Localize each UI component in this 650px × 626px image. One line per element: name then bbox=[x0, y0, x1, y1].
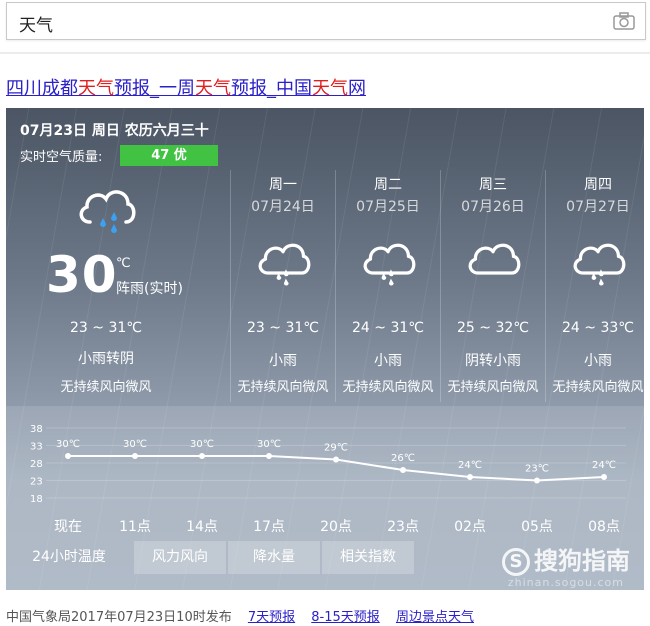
footer: 中国气象局2017年07月23日10时发布 7天预报 8-15天预报 周边景点天… bbox=[6, 606, 474, 625]
current-condition: 阵雨(实时) bbox=[116, 281, 183, 297]
watermark-logo: S 搜狗指南 bbox=[502, 541, 630, 576]
rain-cloud-icon bbox=[79, 190, 136, 233]
tab-24h-temperature[interactable]: 24小时温度 bbox=[6, 541, 132, 574]
y-tick-label: 38 bbox=[30, 424, 43, 435]
x-tick-label: 02点 bbox=[454, 519, 486, 535]
rain-cloud-icon bbox=[363, 243, 416, 286]
camera-icon[interactable] bbox=[613, 12, 635, 30]
x-tick-label: 20点 bbox=[320, 519, 352, 535]
divider bbox=[0, 52, 650, 54]
forecast-wind: 无持续风向微风 bbox=[447, 380, 539, 395]
title-part: 网 bbox=[348, 78, 366, 99]
link-8-15day-forecast[interactable]: 8-15天预报 bbox=[311, 610, 380, 625]
tab-wind[interactable]: 风力风向 bbox=[134, 541, 226, 574]
result-title-link[interactable]: 四川成都天气预报_一周天气预报_中国天气网 bbox=[6, 74, 366, 100]
forecast-day[interactable]: 周二 07月25日 24 ~ 31℃ 小雨 无持续风向微风 bbox=[335, 170, 440, 402]
data-point bbox=[467, 474, 473, 480]
forecast-date: 07月25日 bbox=[356, 199, 420, 215]
title-part: 预报_中国 bbox=[231, 78, 312, 99]
data-label: 30℃ bbox=[123, 439, 147, 450]
data-point bbox=[199, 453, 205, 459]
data-label: 30℃ bbox=[56, 439, 80, 450]
y-tick-label: 23 bbox=[30, 477, 43, 488]
search-bar[interactable]: 天气 bbox=[6, 2, 646, 40]
forecast-date: 07月26日 bbox=[461, 199, 525, 215]
data-label: 30℃ bbox=[190, 439, 214, 450]
forecast-wind: 无持续风向微风 bbox=[342, 380, 434, 395]
title-part: 预报_一周 bbox=[114, 78, 195, 99]
tab-indices[interactable]: 相关指数 bbox=[322, 541, 414, 574]
forecast-condition: 小雨 bbox=[584, 353, 612, 369]
forecast-weekday: 周二 bbox=[374, 177, 402, 193]
forecast-day[interactable]: 周四 07月27日 24 ~ 33℃ 小雨 无持续风向微风 bbox=[545, 170, 644, 402]
data-point bbox=[65, 453, 71, 459]
chart-tabs: 24小时温度 风力风向 降水量 相关指数 bbox=[6, 541, 416, 574]
x-tick-label: 08点 bbox=[588, 519, 620, 535]
data-point bbox=[333, 456, 339, 463]
temperature-chart: 18 23 28 33 38 30℃ 30℃ 30℃ 30℃ 29℃ 26℃ 24℃ 23℃ 24℃ 现在 1… bbox=[30, 424, 626, 535]
y-tick-label: 33 bbox=[30, 442, 43, 453]
title-keyword: 天气 bbox=[195, 78, 231, 99]
x-tick-label: 23点 bbox=[387, 519, 419, 535]
aqi-label: 实时空气质量: bbox=[20, 150, 103, 165]
forecast-wind: 无持续风向微风 bbox=[552, 380, 644, 395]
cloud-icon bbox=[468, 243, 521, 275]
data-point bbox=[534, 477, 540, 484]
rain-cloud-icon bbox=[573, 243, 626, 286]
temperature-unit: ℃ bbox=[116, 256, 131, 271]
forecast-condition: 阴转小雨 bbox=[465, 353, 521, 369]
data-point bbox=[266, 453, 272, 459]
data-label: 23℃ bbox=[525, 464, 549, 475]
today-temp-range: 23 ~ 31℃ bbox=[70, 320, 142, 336]
data-label: 29℃ bbox=[324, 443, 348, 454]
data-label: 26℃ bbox=[391, 453, 415, 464]
forecast-weekday: 周四 bbox=[584, 177, 612, 193]
forecast-date: 07月27日 bbox=[566, 199, 630, 215]
x-tick-label: 05点 bbox=[521, 519, 553, 535]
forecast-wind: 无持续风向微风 bbox=[237, 380, 329, 395]
link-nearby-attractions[interactable]: 周边景点天气 bbox=[396, 610, 474, 625]
watermark-text: 搜狗指南 bbox=[534, 547, 630, 575]
rain-cloud-icon bbox=[258, 243, 311, 286]
aqi-badge[interactable]: 47 优 bbox=[120, 145, 218, 166]
today-condition: 小雨转阴 bbox=[78, 351, 134, 367]
x-tick-label: 17点 bbox=[253, 519, 285, 535]
title-keyword: 天气 bbox=[78, 78, 114, 99]
watermark-url: zhinan.sogou.com bbox=[507, 576, 624, 589]
forecast-date: 07月24日 bbox=[251, 199, 315, 215]
y-tick-label: 18 bbox=[30, 494, 43, 505]
current-date: 07月23日 周日 农历六月三十 bbox=[20, 123, 209, 139]
search-input[interactable]: 天气 bbox=[19, 11, 53, 36]
forecast-day[interactable]: 周三 07月26日 25 ~ 32℃ 阴转小雨 无持续风向微风 bbox=[440, 170, 545, 402]
x-tick-label: 14点 bbox=[186, 519, 218, 535]
tab-precipitation[interactable]: 降水量 bbox=[228, 541, 320, 574]
x-tick-label: 11点 bbox=[119, 519, 151, 535]
data-point bbox=[400, 467, 406, 473]
data-point bbox=[601, 474, 607, 480]
forecast-temp-range: 24 ~ 33℃ bbox=[562, 320, 634, 336]
publish-source: 中国气象局2017年07月23日10时发布 bbox=[6, 610, 232, 625]
data-label: 24℃ bbox=[458, 460, 482, 471]
today-wind: 无持续风向微风 bbox=[60, 380, 152, 395]
data-label: 24℃ bbox=[592, 460, 616, 471]
forecast-condition: 小雨 bbox=[374, 353, 402, 369]
data-point bbox=[132, 453, 138, 459]
forecast-temp-range: 24 ~ 31℃ bbox=[352, 320, 424, 336]
weather-card: 07月23日 周日 农历六月三十 实时空气质量: 47 优 30 ℃ 阵雨(实时… bbox=[6, 108, 644, 590]
title-part: 四川成都 bbox=[6, 78, 78, 99]
title-keyword: 天气 bbox=[312, 78, 348, 99]
data-label: 30℃ bbox=[257, 439, 281, 450]
forecast-weekday: 周一 bbox=[269, 177, 297, 193]
forecast-weekday: 周三 bbox=[479, 177, 507, 193]
forecast-day[interactable]: 周一 07月24日 23 ~ 31℃ 小雨 无持续风向微风 bbox=[230, 170, 335, 402]
sogou-logo-icon: S bbox=[502, 548, 530, 576]
current-temperature: 30 bbox=[46, 246, 118, 304]
y-tick-label: 28 bbox=[30, 459, 43, 470]
forecast-condition: 小雨 bbox=[269, 353, 297, 369]
link-7day-forecast[interactable]: 7天预报 bbox=[248, 610, 295, 625]
forecast-temp-range: 25 ~ 32℃ bbox=[457, 320, 529, 336]
forecast-temp-range: 23 ~ 31℃ bbox=[247, 320, 319, 336]
x-tick-label: 现在 bbox=[54, 519, 82, 535]
